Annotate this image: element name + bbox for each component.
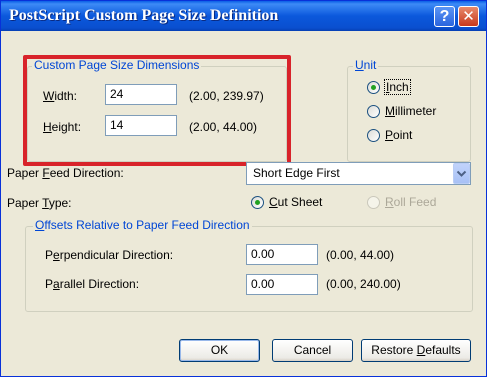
dialog-title: PostScript Custom Page Size Definition [9,7,279,24]
unit-radio-millimeter[interactable]: Millimeter [367,103,457,119]
parallel-range: (0.00, 240.00) [326,277,401,291]
unit-legend: Unit [353,58,379,72]
radio-button [367,129,380,142]
perpendicular-label: Perpendicular Direction: [45,248,174,262]
cut-sheet-label: Cut Sheet [269,195,323,209]
perpendicular-input[interactable]: 0.00 [246,244,318,265]
radio-button [367,81,380,94]
highlight-rectangle [23,55,291,166]
perpendicular-range: (0.00, 44.00) [326,248,395,262]
paper-feed-selected: Short Edge First [253,166,340,180]
restore-defaults-button[interactable]: Restore Defaults [361,339,471,362]
parallel-label: Parallel Direction: [45,277,140,291]
cancel-button[interactable]: Cancel [272,339,353,362]
perpendicular-value: 0.00 [251,247,275,261]
radio-button [367,105,380,118]
ok-button[interactable]: OK [179,339,260,362]
roll-feed-radio[interactable]: Roll Feed [367,194,467,210]
title-bar[interactable]: PostScript Custom Page Size Definition ?… [1,1,486,31]
unit-inch-label: Inch [384,79,411,95]
help-icon: ? [439,8,450,25]
parallel-value: 0.00 [251,277,275,291]
unit-radio-point[interactable]: Point [367,127,447,143]
unit-millimeter-label: Millimeter [385,104,437,118]
offsets-group [25,226,473,312]
paper-feed-label: Paper Feed Direction: [7,166,124,180]
roll-feed-label: Roll Feed [385,195,437,209]
radio-button [251,196,264,209]
help-button[interactable]: ? [434,6,455,27]
close-button[interactable]: ✕ [458,6,479,27]
cut-sheet-radio[interactable]: Cut Sheet [251,194,351,210]
chevron-down-icon[interactable] [453,163,470,184]
radio-button [367,196,380,209]
close-icon: ✕ [462,8,475,25]
paper-feed-dropdown[interactable]: Short Edge First [246,162,471,185]
paper-type-label: Paper Type: [7,196,72,210]
dialog-window: PostScript Custom Page Size Definition ?… [0,0,487,377]
unit-point-label: Point [385,128,413,142]
offsets-legend: Offsets Relative to Paper Feed Direction [33,218,252,232]
parallel-input[interactable]: 0.00 [246,274,318,295]
unit-radio-inch[interactable]: Inch [367,79,447,95]
